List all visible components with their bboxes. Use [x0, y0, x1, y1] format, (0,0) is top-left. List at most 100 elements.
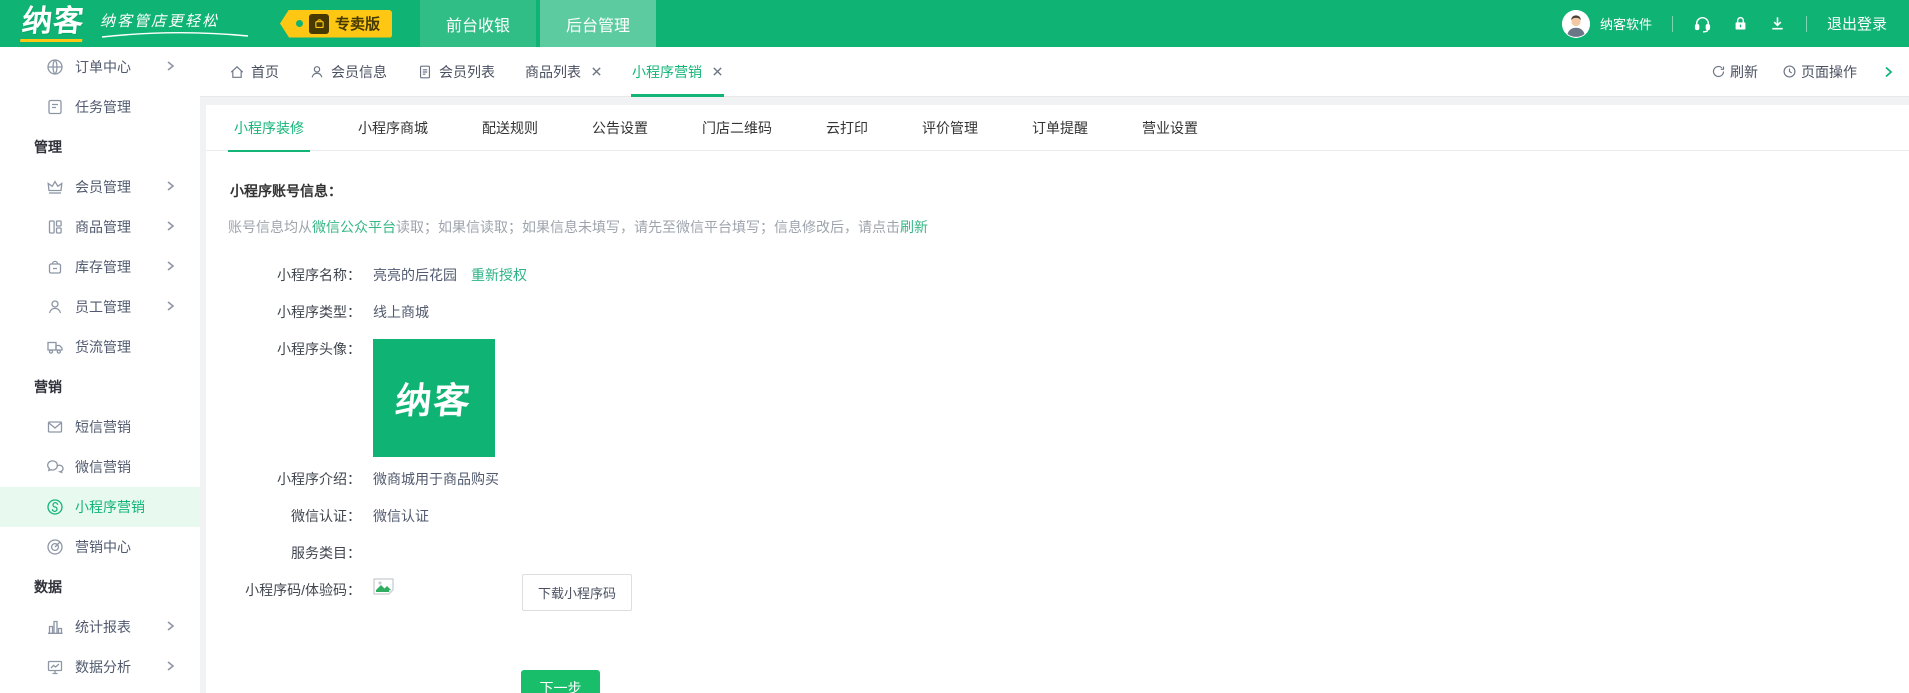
- download-icon[interactable]: [1769, 15, 1786, 32]
- field-row-qrcode: 小程序码/体验码： 下载小程序码: [206, 574, 1909, 611]
- refresh-button[interactable]: 刷新: [1711, 62, 1758, 82]
- field-row-category: 服务类目：: [206, 543, 1909, 563]
- ctab-order-reminder[interactable]: 订单提醒: [1018, 105, 1102, 151]
- close-tab-icon[interactable]: [712, 66, 723, 77]
- opened-pages-tabbar: 首页 会员信息 会员列表 商品列表 小程序营销 刷新 页面操作: [200, 47, 1909, 97]
- barchart-icon: [48, 620, 63, 634]
- reauthorize-link[interactable]: 重新授权: [471, 265, 527, 285]
- ctab-review-mgmt[interactable]: 评价管理: [908, 105, 992, 151]
- edition-badge-label: 专卖版: [335, 16, 381, 33]
- wechat-icon: [47, 460, 64, 474]
- sidebar-item-stock-mgmt[interactable]: 库存管理: [0, 247, 200, 287]
- field-row-avatar: 小程序头像： 纳客: [206, 339, 1909, 457]
- sidebar-item-label: 数据分析: [75, 659, 131, 675]
- field-row-type: 小程序类型： 线上商城: [206, 302, 1909, 322]
- lock-icon[interactable]: [1732, 15, 1749, 32]
- next-step-button[interactable]: 下一步: [521, 670, 600, 693]
- wechat-platform-link[interactable]: 微信公众平台: [312, 219, 396, 235]
- tab-member-list[interactable]: 会员列表: [402, 47, 510, 97]
- header-divider: [1671, 15, 1673, 32]
- miniprogram-name-value: 亮亮的后花园: [373, 267, 457, 283]
- close-tab-icon[interactable]: [591, 66, 602, 77]
- shopping-bag-icon: [309, 13, 329, 34]
- clock-icon: [1783, 65, 1796, 78]
- sidebar-item-label: 任务管理: [75, 99, 131, 115]
- home-icon: [230, 65, 244, 78]
- chevron-right-icon: [167, 181, 175, 191]
- ctab-miniprogram-mall[interactable]: 小程序商城: [344, 105, 442, 151]
- refresh-icon: [1712, 65, 1725, 78]
- ctab-business-settings[interactable]: 营业设置: [1128, 105, 1212, 151]
- tagline-swoosh-icon: [101, 31, 249, 38]
- sidebar-item-sms-marketing[interactable]: 短信营销: [0, 407, 200, 447]
- logout-button[interactable]: 退出登录: [1827, 13, 1887, 34]
- header-divider: [1805, 15, 1807, 32]
- page-operations-button[interactable]: 页面操作: [1782, 62, 1857, 82]
- tab-miniprogram-marketing[interactable]: 小程序营销: [617, 47, 738, 97]
- tab-label: 小程序营销: [632, 63, 702, 80]
- main-area: 首页 会员信息 会员列表 商品列表 小程序营销 刷新 页面操作 小程序装修 小程…: [200, 47, 1909, 693]
- sidebar-section-mgmt: 管理: [34, 139, 62, 155]
- sidebar-item-logistics-mgmt[interactable]: 货流管理: [0, 327, 200, 367]
- field-label: 小程序码/体验码：: [245, 582, 361, 598]
- nav-backend-admin[interactable]: 后台管理: [540, 0, 657, 47]
- tab-member-info[interactable]: 会员信息: [294, 47, 402, 97]
- sidebar-section-data: 数据: [34, 579, 62, 595]
- list-icon: [419, 65, 431, 78]
- ctab-cloud-print[interactable]: 云打印: [812, 105, 882, 151]
- sidebar-item-wechat-marketing[interactable]: 微信营销: [0, 447, 200, 487]
- sidebar-item-task-mgmt[interactable]: 任务管理: [0, 87, 200, 127]
- ctab-announcement-settings[interactable]: 公告设置: [578, 105, 662, 151]
- more-tabs-chevron-icon[interactable]: [1881, 65, 1895, 79]
- sidebar-item-marketing-center[interactable]: 营销中心: [0, 527, 200, 567]
- headset-icon[interactable]: [1693, 14, 1712, 33]
- broken-image-icon: [373, 578, 394, 595]
- person-icon: [48, 300, 62, 314]
- field-label: 小程序类型：: [277, 304, 361, 320]
- account-info-description: 账号信息均从微信公众平台读取；如果信读取；如果信息未填写，请先至微信平台填写；信…: [228, 217, 1909, 237]
- chevron-right-icon: [167, 261, 175, 271]
- miniprogram-type-value: 线上商城: [373, 304, 429, 320]
- sidebar-item-order-center[interactable]: 订单中心: [0, 47, 200, 87]
- tab-label: 会员列表: [439, 63, 495, 80]
- crown-icon: [47, 180, 63, 194]
- truck-icon: [47, 341, 63, 354]
- mail-icon: [47, 421, 63, 433]
- field-label: 服务类目：: [291, 545, 361, 561]
- sidebar-item-label: 微信营销: [75, 459, 131, 475]
- sidebar-section-marketing: 营销: [34, 379, 62, 395]
- sidebar-item-staff-mgmt[interactable]: 员工管理: [0, 287, 200, 327]
- goods-icon: [48, 220, 62, 234]
- sidebar-item-statistics-report[interactable]: 统计报表: [0, 607, 200, 647]
- miniprogram-avatar-image: 纳客: [373, 339, 495, 457]
- sidebar: 订单中心 任务管理 管理 会员管理 商品管理 库存管理 员工管理 货流管理 营销…: [0, 47, 200, 693]
- page-operations-label: 页面操作: [1801, 63, 1857, 80]
- ctab-delivery-rules[interactable]: 配送规则: [468, 105, 552, 151]
- brand-tagline: 纳客管店更轻松: [100, 12, 220, 30]
- chevron-right-icon: [167, 661, 175, 671]
- miniprogram-intro-value: 微商城用于商品购买: [373, 471, 499, 487]
- sidebar-item-label: 会员管理: [75, 179, 131, 195]
- refresh-link[interactable]: 刷新: [900, 219, 928, 235]
- brand-logo: 纳客: [20, 5, 86, 42]
- sidebar-item-label: 货流管理: [75, 339, 131, 355]
- sidebar-item-label: 商品管理: [75, 219, 131, 235]
- ctab-store-qrcode[interactable]: 门店二维码: [688, 105, 786, 151]
- nav-front-cashier[interactable]: 前台收银: [420, 0, 537, 47]
- edition-badge: 专卖版: [280, 9, 393, 38]
- task-icon: [48, 99, 62, 115]
- monitor-icon: [47, 660, 63, 675]
- sidebar-item-product-mgmt[interactable]: 商品管理: [0, 207, 200, 247]
- user-icon: [311, 65, 323, 78]
- sidebar-item-data-analysis[interactable]: 数据分析: [0, 647, 200, 687]
- sidebar-item-member-mgmt[interactable]: 会员管理: [0, 167, 200, 207]
- brand-tagline-wrap: 纳客管店更轻松: [100, 10, 250, 38]
- download-qrcode-button[interactable]: 下载小程序码: [522, 574, 633, 611]
- user-avatar[interactable]: [1561, 9, 1590, 38]
- ctab-miniprogram-decorate[interactable]: 小程序装修: [220, 105, 318, 152]
- tab-home[interactable]: 首页: [214, 47, 294, 97]
- tab-product-list[interactable]: 商品列表: [510, 47, 617, 97]
- desc-text: 账号信息均从: [228, 219, 312, 235]
- sidebar-item-miniprogram-marketing[interactable]: 小程序营销: [0, 487, 200, 527]
- account-fields: 小程序名称： 亮亮的后花园 重新授权 小程序类型： 线上商城 小程序头像： 纳客…: [206, 265, 1909, 611]
